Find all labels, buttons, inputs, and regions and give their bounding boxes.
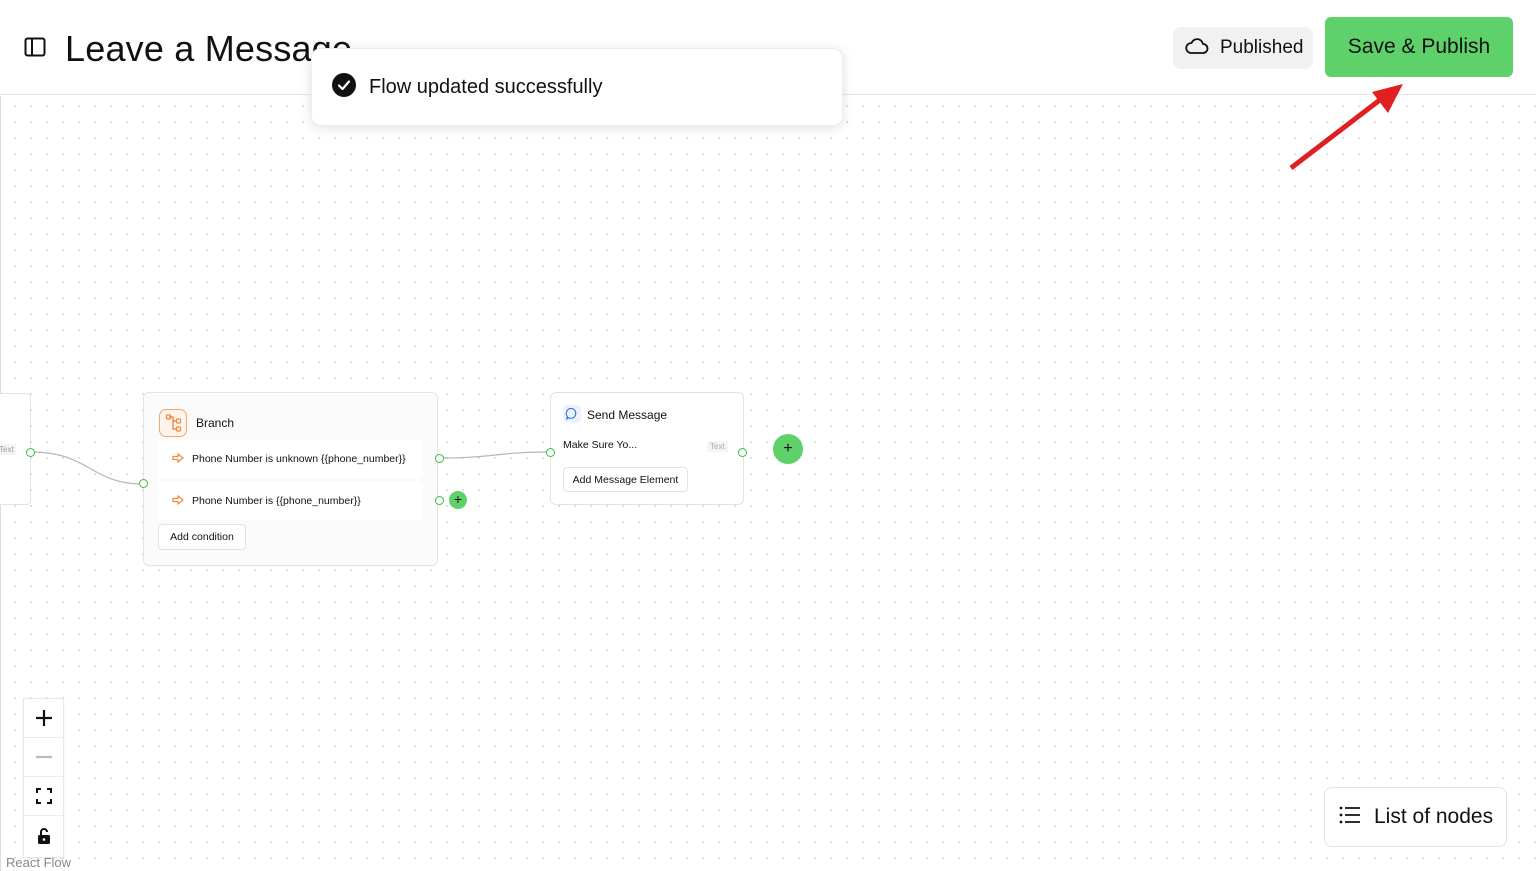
save-publish-button[interactable]: Save & Publish (1325, 17, 1513, 77)
check-circle-icon (332, 72, 356, 102)
branch-condition-2-output-handle[interactable] (435, 496, 444, 505)
send-message-output-handle[interactable] (738, 448, 747, 457)
sidebar-toggle-icon[interactable] (24, 37, 46, 57)
send-message-node[interactable]: Send Message Make Sure Yo... Text Add Me… (550, 392, 744, 505)
add-node-plus-icon[interactable]: + (773, 434, 803, 464)
toast-message: Flow updated successfully (369, 75, 603, 98)
zoom-out-icon[interactable] (24, 738, 63, 777)
list-icon (1339, 806, 1361, 829)
add-message-element-button[interactable]: Add Message Element (563, 467, 688, 492)
canvas-controls (23, 698, 64, 858)
message-preview[interactable]: Make Sure Yo... (563, 439, 637, 451)
success-toast: Flow updated successfully (311, 48, 843, 126)
arrow-right-icon (172, 492, 184, 510)
condition-label: Phone Number is unknown {{phone_number}} (192, 453, 406, 465)
chat-bubble-icon (563, 405, 581, 423)
condition-label: Phone Number is {{phone_number}} (192, 495, 361, 507)
list-of-nodes-button[interactable]: List of nodes (1324, 787, 1507, 847)
send-message-input-handle[interactable] (546, 448, 555, 457)
message-type-tag: Text (707, 441, 728, 452)
previous-node-output-handle[interactable] (26, 448, 35, 457)
branch-icon (159, 409, 187, 437)
branch-condition[interactable]: Phone Number is unknown {{phone_number}} (158, 440, 423, 478)
zoom-in-icon[interactable] (24, 699, 63, 738)
node-type-tag: Text (0, 444, 16, 455)
add-node-plus-icon[interactable]: + (449, 491, 467, 509)
lock-icon[interactable] (24, 816, 63, 855)
page-title: Leave a Message (65, 28, 353, 69)
send-message-title: Send Message (587, 408, 668, 422)
add-condition-button[interactable]: Add condition (158, 524, 246, 550)
branch-node-title: Branch (196, 416, 235, 430)
branch-input-handle[interactable] (139, 479, 148, 488)
publish-status-badge: Published (1173, 27, 1313, 69)
arrow-right-icon (172, 450, 184, 468)
branch-condition-1-output-handle[interactable] (435, 454, 444, 463)
branch-node[interactable]: Branch Phone Number is unknown {{phone_n… (143, 392, 438, 566)
react-flow-attribution[interactable]: React Flow (6, 855, 71, 870)
list-of-nodes-label: List of nodes (1374, 805, 1494, 828)
branch-condition[interactable]: Phone Number is {{phone_number}} (158, 482, 423, 520)
cloud-icon (1185, 37, 1209, 60)
publish-status-label: Published (1220, 37, 1304, 58)
fit-view-icon[interactable] (24, 777, 63, 816)
